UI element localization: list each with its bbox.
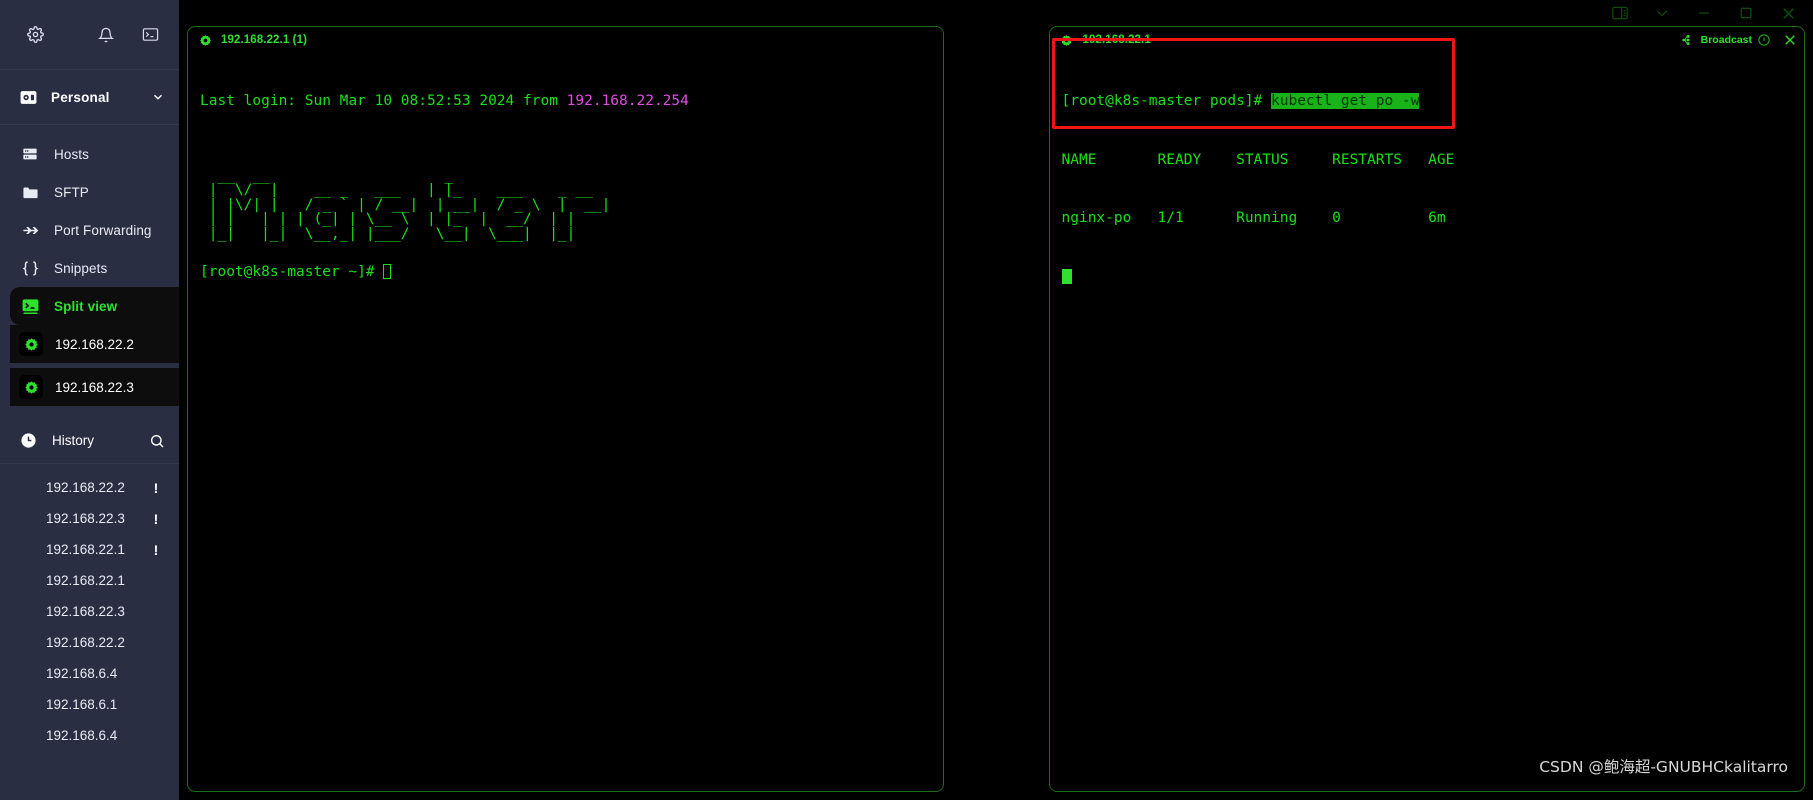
sidebar-host-192-168-22-2[interactable]: 192.168.22.2 [10, 325, 179, 363]
pane-tab-title[interactable]: 192.168.22.1 [1083, 34, 1151, 46]
broadcast-icon [1681, 34, 1695, 46]
sidebar-item-sftp[interactable]: SFTP [0, 173, 179, 211]
cursor [1061, 268, 1072, 284]
sidebar-item-label: Snippets [54, 260, 108, 276]
list-item[interactable]: 192.168.22.2 ! [0, 472, 179, 503]
history-item-label: 192.168.22.2 [46, 635, 125, 650]
terminal-output-right[interactable]: [root@k8s-master pods]# kubectl get po -… [1050, 53, 1805, 326]
search-icon[interactable] [149, 433, 165, 449]
sidebar-nav: Hosts SFTP Port Forwarding Snippets Spli… [0, 125, 179, 406]
account-selector[interactable]: Personal [0, 70, 179, 125]
account-label: Personal [51, 89, 110, 105]
cursor-line [1061, 268, 1805, 288]
broadcast-control[interactable]: Broadcast [1681, 34, 1770, 46]
table-header-row: NAME READY STATUS RESTARTS AGE [1061, 151, 1455, 168]
list-item[interactable]: 192.168.22.2 [0, 627, 179, 658]
gear-green-icon [1060, 33, 1074, 47]
folder-icon [19, 181, 41, 203]
terminal-pane-left[interactable]: 192.168.22.1 (1) Last login: Sun Mar 10 … [187, 26, 944, 792]
terminal-prompt-left[interactable]: [root@k8s-master ~]# [188, 263, 943, 283]
sidebar-item-label: Port Forwarding [54, 222, 152, 238]
gear-green-icon [19, 332, 43, 356]
history-item-label: 192.168.6.4 [46, 666, 118, 681]
braces-icon [19, 257, 41, 279]
list-item[interactable]: 192.168.6.4 [0, 658, 179, 689]
terminal-output-left[interactable]: Last login: Sun Mar 10 08:52:53 2024 fro… [188, 53, 943, 151]
ascii-banner: __ __ _ | \/ | __ _ ___ | |_ ___ _ __ | … [208, 167, 611, 242]
server-icon [19, 143, 41, 165]
terminal-icon[interactable] [135, 20, 165, 50]
history-item-label: 192.168.6.4 [46, 728, 118, 743]
history-item-label: 192.168.22.3 [46, 604, 125, 619]
list-item[interactable]: 192.168.22.1 [0, 565, 179, 596]
gear-icon[interactable] [20, 20, 50, 50]
sidebar-item-label: SFTP [54, 184, 89, 200]
sidebar-host-label: 192.168.22.2 [55, 336, 134, 352]
history-label: History [52, 433, 95, 448]
split-view-icon [19, 295, 41, 317]
close-icon[interactable] [1777, 3, 1799, 23]
sidebar-item-label: Split view [54, 298, 118, 314]
forward-icon [19, 219, 41, 241]
close-icon[interactable] [1784, 34, 1796, 46]
list-item[interactable]: 192.168.22.1 ! [0, 534, 179, 565]
terminal-panes: 192.168.22.1 (1) Last login: Sun Mar 10 … [179, 26, 1813, 800]
terminal-pane-right[interactable]: 192.168.22.1 Broadcast [root@k8s-master … [1048, 26, 1805, 792]
sidebar-item-hosts[interactable]: Hosts [0, 135, 179, 173]
maximize-icon[interactable] [1735, 3, 1757, 23]
warning-icon: ! [153, 541, 159, 558]
command-line: [root@k8s-master pods]# kubectl get po -… [1062, 92, 1805, 112]
broadcast-toggle-icon[interactable] [1758, 34, 1770, 46]
history-item-label: 192.168.22.2 [46, 480, 125, 495]
sidebar-item-snippets[interactable]: Snippets [0, 249, 179, 287]
chevron-down-icon[interactable] [1651, 3, 1673, 23]
pane-header-left: 192.168.22.1 (1) [188, 27, 943, 53]
window-controls [179, 0, 1813, 26]
app-root: Personal Hosts SFTP Port Forwarding Snip… [0, 0, 1813, 800]
sidebar-host-label: 192.168.22.3 [55, 379, 134, 395]
chevron-down-icon[interactable] [151, 90, 165, 104]
sidebar: Personal Hosts SFTP Port Forwarding Snip… [0, 0, 179, 800]
warning-icon: ! [153, 510, 159, 527]
clock-icon [17, 430, 39, 452]
history-header: History [0, 418, 179, 464]
vault-icon [17, 86, 39, 108]
watermark: CSDN @鲍海超-GNUBHCkalitarro [1539, 758, 1788, 776]
history-list: 192.168.22.2 ! 192.168.22.3 ! 192.168.22… [0, 464, 179, 751]
main-area: 192.168.22.1 (1) Last login: Sun Mar 10 … [179, 0, 1813, 800]
pane-tab-title[interactable]: 192.168.22.1 (1) [221, 34, 307, 46]
history-item-label: 192.168.22.3 [46, 511, 125, 526]
sidebar-item-label: Hosts [54, 146, 90, 162]
bell-icon[interactable] [91, 20, 121, 50]
list-item[interactable]: 192.168.6.4 [0, 720, 179, 751]
sidebar-toolbar [0, 0, 179, 70]
warning-icon: ! [153, 479, 159, 496]
list-item[interactable]: 192.168.22.3 [0, 596, 179, 627]
table-row: nginx-po 1/1 Running 0 6m [1061, 210, 1446, 226]
login-line-host: 192.168.22.254 [566, 93, 689, 109]
cursor [383, 264, 392, 279]
highlighted-command: kubectl get po -w [1271, 93, 1420, 109]
sidebar-host-192-168-22-3[interactable]: 192.168.22.3 [10, 368, 179, 406]
sidebar-item-split-view[interactable]: Split view [10, 287, 179, 325]
history-item-label: 192.168.22.1 [46, 542, 125, 557]
prompt-text: [root@k8s-master pods]# [1061, 93, 1272, 109]
broadcast-label: Broadcast [1700, 34, 1752, 46]
prompt-text: [root@k8s-master ~]# [200, 264, 384, 280]
layout-toggle-icon[interactable] [1609, 3, 1631, 23]
login-line: Last login: Sun Mar 10 08:52:53 2024 fro… [200, 92, 943, 112]
minimize-icon[interactable] [1693, 3, 1715, 23]
login-line-prefix: Last login: Sun Mar 10 08:52:53 2024 fro… [200, 93, 567, 109]
gear-green-icon [198, 33, 212, 47]
list-item[interactable]: 192.168.6.1 [0, 689, 179, 720]
history-item-label: 192.168.22.1 [46, 573, 125, 588]
list-item[interactable]: 192.168.22.3 ! [0, 503, 179, 534]
sidebar-item-port-forwarding[interactable]: Port Forwarding [0, 211, 179, 249]
pane-header-right: 192.168.22.1 Broadcast [1050, 27, 1805, 53]
history-item-label: 192.168.6.1 [46, 697, 118, 712]
gear-green-icon [19, 375, 43, 399]
